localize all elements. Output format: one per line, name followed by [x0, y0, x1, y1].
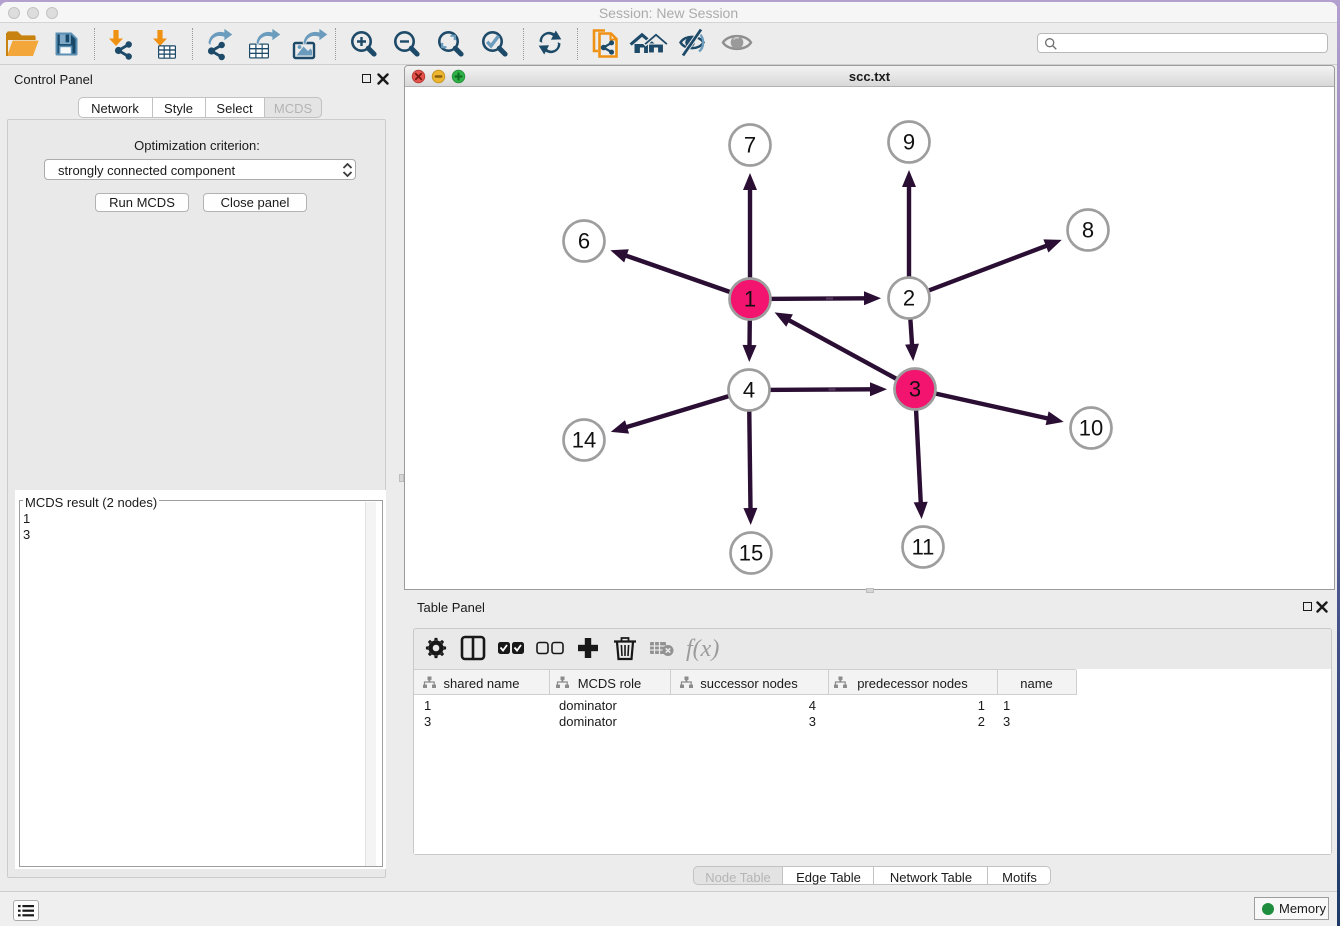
svg-text:3: 3 — [909, 377, 921, 402]
svg-text:8: 8 — [1082, 218, 1094, 243]
svg-text:2: 2 — [903, 286, 915, 311]
svg-text:10: 10 — [1079, 416, 1103, 441]
svg-text:1: 1 — [744, 287, 756, 312]
svg-text:14: 14 — [572, 428, 596, 453]
svg-text:15: 15 — [739, 541, 763, 566]
svg-text:f(x): f(x) — [686, 636, 719, 662]
svg-text:9: 9 — [903, 130, 915, 155]
svg-text:6: 6 — [578, 229, 590, 254]
svg-text:11: 11 — [912, 535, 935, 560]
svg-text:4: 4 — [743, 378, 755, 403]
svg-text:7: 7 — [744, 133, 756, 158]
